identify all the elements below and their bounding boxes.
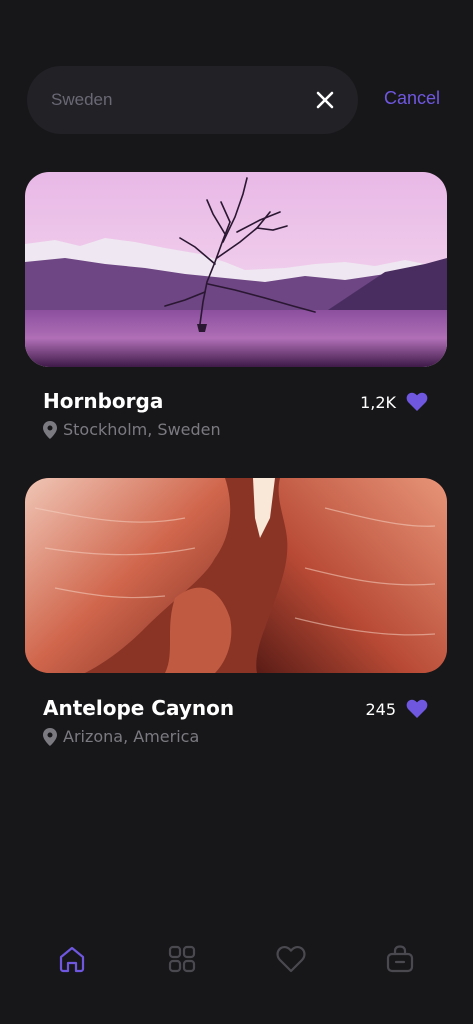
nav-favorites[interactable]: [274, 942, 308, 976]
canyon-image: [25, 478, 447, 673]
heart-outline-icon: [276, 945, 306, 973]
like-count: 1,2K: [360, 392, 396, 412]
card-location: Arizona, America: [43, 727, 199, 746]
home-icon: [59, 946, 85, 973]
card-location-text: Arizona, America: [63, 727, 200, 746]
card-image-hornborga[interactable]: [25, 172, 447, 367]
clear-search-button[interactable]: [310, 85, 340, 115]
card-likes: 245: [365, 699, 428, 719]
grid-icon: [168, 945, 196, 973]
close-icon: [316, 91, 334, 109]
card-title[interactable]: Hornborga: [43, 389, 163, 413]
bottom-nav: [0, 930, 473, 990]
card-title[interactable]: Antelope Caynon: [43, 696, 234, 720]
like-count: 245: [365, 699, 396, 719]
lake-tree-image: [25, 172, 447, 367]
nav-cart[interactable]: [383, 942, 417, 976]
location-pin-icon: [43, 727, 57, 746]
heart-icon[interactable]: [406, 699, 428, 719]
location-pin-icon: [43, 420, 57, 439]
card-likes: 1,2K: [360, 392, 428, 412]
cancel-button[interactable]: Cancel: [384, 88, 473, 109]
shopping-bag-icon: [386, 945, 414, 973]
card-image-antelope[interactable]: [25, 478, 447, 673]
search-bar[interactable]: Sweden: [27, 66, 358, 134]
nav-home[interactable]: [55, 942, 89, 976]
card-location-text: Stockholm, Sweden: [63, 420, 221, 439]
heart-icon[interactable]: [406, 392, 428, 412]
card-location: Stockholm, Sweden: [43, 420, 221, 439]
nav-grid[interactable]: [165, 942, 199, 976]
search-input[interactable]: Sweden: [51, 90, 112, 110]
